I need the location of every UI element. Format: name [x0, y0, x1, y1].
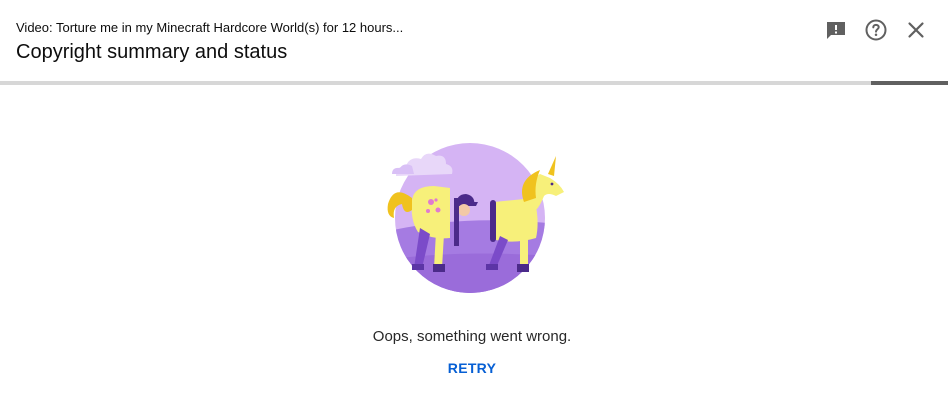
close-button[interactable]: [902, 16, 930, 44]
error-message: Oops, something went wrong.: [372, 328, 572, 345]
retry-button[interactable]: RETRY: [434, 357, 510, 379]
loading-progress-bar: [0, 81, 948, 85]
help-icon: [865, 19, 887, 41]
video-subtitle: Video: Torture me in my Minecraft Hardco…: [16, 20, 404, 35]
close-icon: [908, 22, 924, 38]
feedback-button[interactable]: [822, 16, 850, 44]
dialog-title: Copyright summary and status: [16, 41, 288, 63]
copyright-dialog: Video: Torture me in my Minecraft Hardco…: [0, 0, 948, 410]
header-actions: [810, 16, 930, 44]
progress-indicator: [871, 81, 948, 85]
dialog-header: Video: Torture me in my Minecraft Hardco…: [0, 0, 948, 81]
help-button[interactable]: [862, 16, 890, 44]
split-unicorn-illustration: [387, 143, 564, 293]
feedback-icon: [827, 22, 845, 39]
